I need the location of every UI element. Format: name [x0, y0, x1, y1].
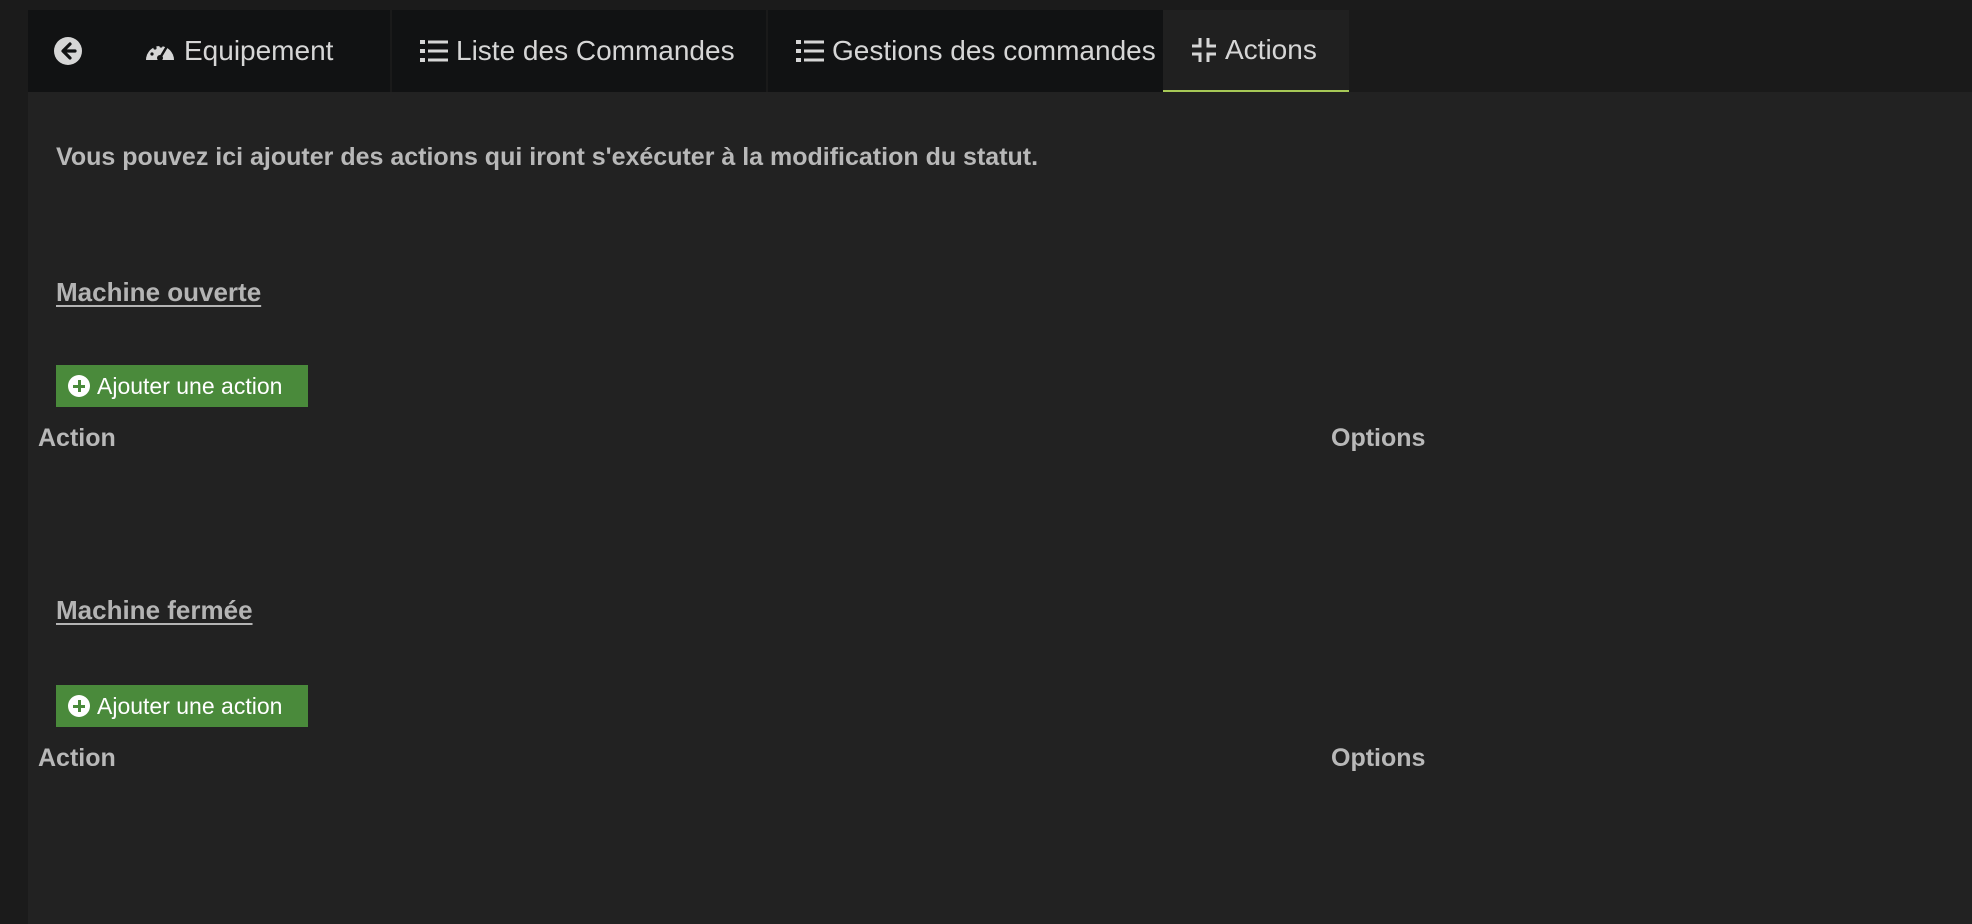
left-gutter [0, 0, 28, 924]
tab-label: Equipement [184, 35, 334, 66]
main-panel: Equipement Liste des Commandes Gestions … [28, 10, 1972, 924]
column-header-action: Action [38, 744, 116, 772]
intro-text: Vous pouvez ici ajouter des actions qui … [56, 143, 1039, 171]
button-label: Ajouter une action [97, 372, 283, 399]
tab-label: Actions [1225, 34, 1317, 65]
tab-actions[interactable]: Actions [1163, 10, 1349, 92]
list-icon [420, 39, 448, 63]
back-button[interactable] [28, 10, 116, 92]
compress-icon [1191, 37, 1217, 63]
add-action-button[interactable]: Ajouter une action [56, 365, 308, 407]
button-label: Ajouter une action [97, 692, 283, 719]
plus-circle-icon [68, 375, 90, 397]
section-title: Machine ouverte [56, 277, 262, 307]
tab-gestions-des-commandes[interactable]: Gestions des commandes [768, 10, 1191, 92]
list-icon [796, 39, 824, 63]
plus-circle-icon [68, 695, 90, 717]
dashboard-gauge-icon [144, 38, 176, 64]
section-title: Machine fermée [56, 595, 253, 625]
circle-arrow-left-icon [53, 36, 83, 66]
column-header-options: Options [1331, 744, 1426, 772]
column-header-action: Action [38, 424, 116, 452]
add-action-button[interactable]: Ajouter une action [56, 685, 308, 727]
tab-equipement[interactable]: Equipement [116, 10, 392, 92]
tab-label: Gestions des commandes [832, 35, 1156, 66]
tab-liste-des-commandes[interactable]: Liste des Commandes [392, 10, 768, 92]
tab-bar: Equipement Liste des Commandes Gestions … [28, 10, 1972, 92]
column-header-options: Options [1331, 424, 1426, 452]
tab-label: Liste des Commandes [456, 35, 735, 66]
